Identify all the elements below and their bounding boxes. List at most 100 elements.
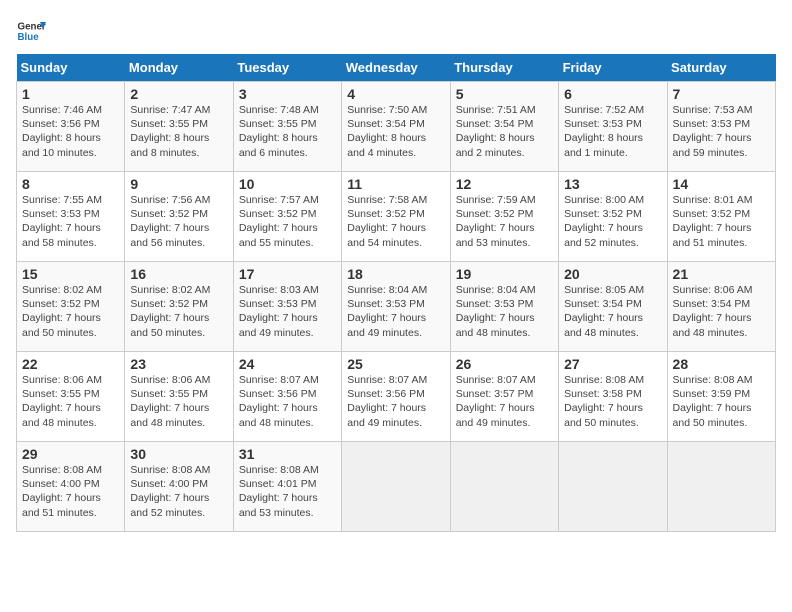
day-number: 1: [22, 86, 119, 102]
calendar-cell: 14 Sunrise: 8:01 AMSunset: 3:52 PMDaylig…: [667, 172, 775, 262]
calendar-cell: 23 Sunrise: 8:06 AMSunset: 3:55 PMDaylig…: [125, 352, 233, 442]
day-number: 29: [22, 446, 119, 462]
day-number: 21: [673, 266, 770, 282]
day-number: 18: [347, 266, 444, 282]
day-number: 23: [130, 356, 227, 372]
calendar-cell: 9 Sunrise: 7:56 AMSunset: 3:52 PMDayligh…: [125, 172, 233, 262]
calendar-cell: 28 Sunrise: 8:08 AMSunset: 3:59 PMDaylig…: [667, 352, 775, 442]
day-info: Sunrise: 8:04 AMSunset: 3:53 PMDaylight:…: [347, 284, 427, 339]
calendar-cell: 24 Sunrise: 8:07 AMSunset: 3:56 PMDaylig…: [233, 352, 341, 442]
calendar-cell: 10 Sunrise: 7:57 AMSunset: 3:52 PMDaylig…: [233, 172, 341, 262]
day-number: 12: [456, 176, 553, 192]
day-number: 6: [564, 86, 661, 102]
calendar-cell: 13 Sunrise: 8:00 AMSunset: 3:52 PMDaylig…: [559, 172, 667, 262]
day-info: Sunrise: 8:08 AMSunset: 3:59 PMDaylight:…: [673, 374, 753, 429]
day-info: Sunrise: 8:08 AMSunset: 4:01 PMDaylight:…: [239, 464, 319, 519]
day-info: Sunrise: 7:55 AMSunset: 3:53 PMDaylight:…: [22, 194, 102, 249]
calendar-cell: 18 Sunrise: 8:04 AMSunset: 3:53 PMDaylig…: [342, 262, 450, 352]
day-info: Sunrise: 8:02 AMSunset: 3:52 PMDaylight:…: [22, 284, 102, 339]
day-info: Sunrise: 8:03 AMSunset: 3:53 PMDaylight:…: [239, 284, 319, 339]
weekday-header: Wednesday: [342, 54, 450, 82]
calendar-cell: 7 Sunrise: 7:53 AMSunset: 3:53 PMDayligh…: [667, 82, 775, 172]
calendar-cell: [559, 442, 667, 532]
calendar-cell: [667, 442, 775, 532]
day-info: Sunrise: 7:46 AMSunset: 3:56 PMDaylight:…: [22, 104, 102, 159]
calendar-cell: 29 Sunrise: 8:08 AMSunset: 4:00 PMDaylig…: [17, 442, 125, 532]
day-number: 9: [130, 176, 227, 192]
calendar-week-row: 29 Sunrise: 8:08 AMSunset: 4:00 PMDaylig…: [17, 442, 776, 532]
calendar-cell: 27 Sunrise: 8:08 AMSunset: 3:58 PMDaylig…: [559, 352, 667, 442]
day-info: Sunrise: 8:00 AMSunset: 3:52 PMDaylight:…: [564, 194, 644, 249]
day-number: 4: [347, 86, 444, 102]
calendar-cell: 8 Sunrise: 7:55 AMSunset: 3:53 PMDayligh…: [17, 172, 125, 262]
calendar-cell: 3 Sunrise: 7:48 AMSunset: 3:55 PMDayligh…: [233, 82, 341, 172]
day-number: 2: [130, 86, 227, 102]
day-info: Sunrise: 7:58 AMSunset: 3:52 PMDaylight:…: [347, 194, 427, 249]
calendar-cell: 11 Sunrise: 7:58 AMSunset: 3:52 PMDaylig…: [342, 172, 450, 262]
day-info: Sunrise: 7:48 AMSunset: 3:55 PMDaylight:…: [239, 104, 319, 159]
weekday-header: Friday: [559, 54, 667, 82]
calendar-week-row: 15 Sunrise: 8:02 AMSunset: 3:52 PMDaylig…: [17, 262, 776, 352]
weekday-header: Tuesday: [233, 54, 341, 82]
calendar-table: SundayMondayTuesdayWednesdayThursdayFrid…: [16, 54, 776, 532]
day-info: Sunrise: 8:07 AMSunset: 3:56 PMDaylight:…: [347, 374, 427, 429]
day-number: 11: [347, 176, 444, 192]
day-info: Sunrise: 8:08 AMSunset: 4:00 PMDaylight:…: [130, 464, 210, 519]
logo: General Blue: [16, 16, 46, 46]
day-info: Sunrise: 8:04 AMSunset: 3:53 PMDaylight:…: [456, 284, 536, 339]
day-number: 15: [22, 266, 119, 282]
day-number: 13: [564, 176, 661, 192]
weekday-header: Thursday: [450, 54, 558, 82]
calendar-cell: 31 Sunrise: 8:08 AMSunset: 4:01 PMDaylig…: [233, 442, 341, 532]
svg-text:Blue: Blue: [18, 32, 40, 43]
day-number: 5: [456, 86, 553, 102]
day-info: Sunrise: 8:01 AMSunset: 3:52 PMDaylight:…: [673, 194, 753, 249]
calendar-cell: 19 Sunrise: 8:04 AMSunset: 3:53 PMDaylig…: [450, 262, 558, 352]
weekday-header: Sunday: [17, 54, 125, 82]
calendar-cell: 12 Sunrise: 7:59 AMSunset: 3:52 PMDaylig…: [450, 172, 558, 262]
calendar-cell: 15 Sunrise: 8:02 AMSunset: 3:52 PMDaylig…: [17, 262, 125, 352]
day-number: 26: [456, 356, 553, 372]
weekday-header: Saturday: [667, 54, 775, 82]
header: General Blue: [16, 16, 776, 46]
logo-icon: General Blue: [16, 16, 46, 46]
calendar-cell: 21 Sunrise: 8:06 AMSunset: 3:54 PMDaylig…: [667, 262, 775, 352]
calendar-week-row: 1 Sunrise: 7:46 AMSunset: 3:56 PMDayligh…: [17, 82, 776, 172]
day-number: 31: [239, 446, 336, 462]
day-number: 16: [130, 266, 227, 282]
day-info: Sunrise: 7:50 AMSunset: 3:54 PMDaylight:…: [347, 104, 427, 159]
calendar-week-row: 22 Sunrise: 8:06 AMSunset: 3:55 PMDaylig…: [17, 352, 776, 442]
day-info: Sunrise: 8:06 AMSunset: 3:55 PMDaylight:…: [22, 374, 102, 429]
day-number: 25: [347, 356, 444, 372]
day-number: 3: [239, 86, 336, 102]
day-info: Sunrise: 7:56 AMSunset: 3:52 PMDaylight:…: [130, 194, 210, 249]
calendar-cell: 25 Sunrise: 8:07 AMSunset: 3:56 PMDaylig…: [342, 352, 450, 442]
day-info: Sunrise: 8:07 AMSunset: 3:57 PMDaylight:…: [456, 374, 536, 429]
weekday-header: Monday: [125, 54, 233, 82]
day-number: 24: [239, 356, 336, 372]
day-number: 30: [130, 446, 227, 462]
day-info: Sunrise: 7:57 AMSunset: 3:52 PMDaylight:…: [239, 194, 319, 249]
day-number: 10: [239, 176, 336, 192]
page-container: General Blue SundayMondayTuesdayWednesda…: [16, 16, 776, 532]
calendar-week-row: 8 Sunrise: 7:55 AMSunset: 3:53 PMDayligh…: [17, 172, 776, 262]
day-number: 19: [456, 266, 553, 282]
calendar-cell: [342, 442, 450, 532]
calendar-cell: 4 Sunrise: 7:50 AMSunset: 3:54 PMDayligh…: [342, 82, 450, 172]
day-info: Sunrise: 8:02 AMSunset: 3:52 PMDaylight:…: [130, 284, 210, 339]
calendar-cell: 2 Sunrise: 7:47 AMSunset: 3:55 PMDayligh…: [125, 82, 233, 172]
calendar-cell: 1 Sunrise: 7:46 AMSunset: 3:56 PMDayligh…: [17, 82, 125, 172]
calendar-cell: [450, 442, 558, 532]
day-info: Sunrise: 7:59 AMSunset: 3:52 PMDaylight:…: [456, 194, 536, 249]
calendar-cell: 16 Sunrise: 8:02 AMSunset: 3:52 PMDaylig…: [125, 262, 233, 352]
day-number: 7: [673, 86, 770, 102]
day-info: Sunrise: 7:52 AMSunset: 3:53 PMDaylight:…: [564, 104, 644, 159]
day-number: 28: [673, 356, 770, 372]
day-info: Sunrise: 8:08 AMSunset: 4:00 PMDaylight:…: [22, 464, 102, 519]
day-number: 14: [673, 176, 770, 192]
calendar-cell: 5 Sunrise: 7:51 AMSunset: 3:54 PMDayligh…: [450, 82, 558, 172]
calendar-cell: 26 Sunrise: 8:07 AMSunset: 3:57 PMDaylig…: [450, 352, 558, 442]
calendar-cell: 22 Sunrise: 8:06 AMSunset: 3:55 PMDaylig…: [17, 352, 125, 442]
day-number: 20: [564, 266, 661, 282]
day-number: 8: [22, 176, 119, 192]
